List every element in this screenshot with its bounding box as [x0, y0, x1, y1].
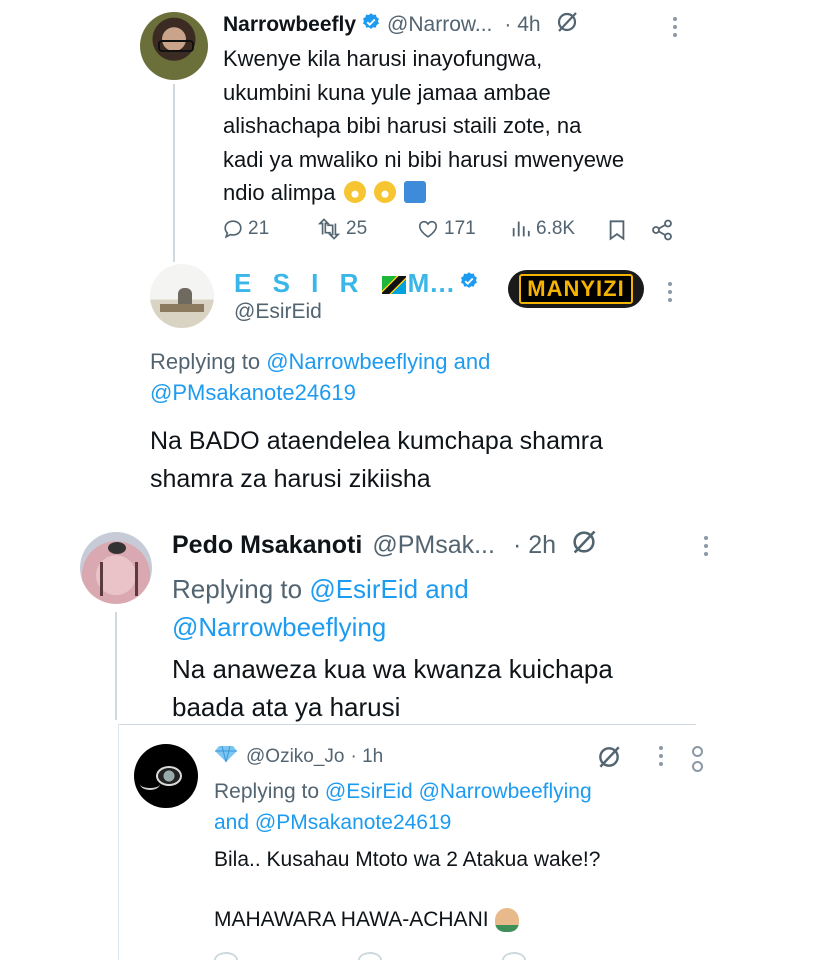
author-handle[interactable]: @EsirEid	[234, 300, 322, 324]
reply-icon	[222, 218, 244, 240]
reply-count: 21	[248, 218, 270, 239]
more-icon[interactable]	[673, 17, 677, 37]
replying-and: and	[214, 811, 250, 834]
mention-pmsakanote[interactable]: @PMsakanote24619	[150, 380, 356, 405]
author-handle[interactable]: @Narrow...	[387, 13, 492, 37]
replying-and: and	[453, 349, 491, 374]
tweet-text-line: Bila.. Kusahau Mtoto wa 2 Atakua wake!?	[214, 848, 601, 871]
author-name[interactable]: Narrowbeefly	[223, 13, 356, 37]
avatar-oziko[interactable]	[134, 744, 198, 808]
tweet-text-line: ndio alimpa	[223, 180, 336, 205]
action-bar-partial	[214, 952, 654, 960]
tweet-text-line: MAHAWARA HAWA-ACHANI	[214, 908, 489, 931]
author-name-part1: E S I R	[234, 267, 366, 298]
tweet-text-line-last: ndio alimpa	[223, 176, 624, 210]
views-button[interactable]: 6.8K	[510, 218, 575, 240]
grok-icon[interactable]	[570, 528, 598, 563]
mention-pmsakanote[interactable]: @PMsakanote24619	[255, 811, 451, 834]
like-button[interactable]: 171	[416, 218, 476, 240]
tweet-text-line: Na anaweza kua wa kwanza kuichapa	[172, 654, 613, 684]
tweet-text: Na anaweza kua wa kwanza kuichapa baada …	[172, 650, 613, 726]
avatar-glasses	[158, 40, 194, 52]
reply-divider	[118, 724, 696, 725]
bookmark-button[interactable]	[606, 218, 628, 242]
grok-icon[interactable]	[596, 744, 622, 775]
tweet-text: Na BADO ataendelea kumchapa shamra shamr…	[150, 422, 603, 498]
replying-to: Replying to @Narrowbeeflying and @PMsaka…	[150, 346, 710, 408]
reply-button[interactable]: 21	[222, 218, 269, 240]
thread-line	[115, 612, 117, 720]
author-name[interactable]: Pedo Msakanoti	[172, 531, 362, 560]
bookmark-icon	[606, 218, 628, 242]
repost-button[interactable]: 25	[316, 218, 367, 240]
tweet-text-line: ukumbini kuna yule jamaa ambae	[223, 79, 551, 105]
mention-narrowbeeflying[interactable]: @Narrowbeeflying	[172, 612, 386, 642]
author-handle[interactable]: @Oziko_Jo	[246, 746, 345, 768]
badge-manyizi: MANYIZI	[508, 270, 644, 308]
more-icon[interactable]	[659, 746, 663, 766]
mention-narrowbeeflying[interactable]: @Narrowbeeflying	[266, 349, 447, 374]
replying-and: and	[425, 574, 469, 604]
tweet-text-line: Kwenye kila harusi inayofungwa,	[223, 46, 543, 71]
tweet-text-line: baada ata ya harusi	[172, 692, 401, 722]
flag-tanzania-icon	[381, 275, 406, 294]
more-icon[interactable]	[704, 536, 708, 556]
tweet-text-line: kadi ya mwaliko ni bibi harusi mwenyewe	[223, 146, 625, 172]
views-count: 6.8K	[536, 218, 576, 239]
trash-emoji-icon	[403, 181, 426, 203]
avatar-narrowbeefly[interactable]	[140, 12, 208, 80]
replying-label: Replying to	[214, 780, 320, 803]
tweet-time[interactable]: · 1h	[351, 746, 384, 768]
author-name[interactable]: E S I R M...	[234, 268, 455, 299]
avatar-pedo[interactable]	[80, 532, 152, 604]
mention-esireid[interactable]: @EsirEid	[309, 574, 418, 604]
avatar-tail	[140, 778, 160, 790]
more-icon[interactable]	[668, 282, 672, 302]
views-icon	[510, 218, 532, 240]
tweet-text: Kwenye kila harusi inayofungwa, ukumbini…	[223, 42, 624, 210]
replying-to: Replying to @EsirEid and @Narrowbeeflyin…	[172, 570, 469, 646]
grin-emoji-icon	[373, 181, 396, 203]
repost-icon	[316, 218, 342, 240]
badge-label: MANYIZI	[519, 274, 633, 304]
like-icon	[416, 218, 440, 240]
avatar-hands	[100, 562, 138, 596]
tweet-time[interactable]: · 2h	[513, 531, 556, 560]
facepalm-emoji-icon	[494, 908, 519, 932]
mention-esireid[interactable]: @EsirEid	[325, 780, 413, 803]
grok-icon[interactable]	[555, 10, 579, 40]
avatar-esireid[interactable]	[150, 264, 214, 328]
share-icon	[650, 218, 674, 242]
replying-label: Replying to	[150, 349, 261, 374]
author-handle[interactable]: @PMsak...	[372, 531, 495, 560]
repost-count: 25	[346, 218, 368, 239]
tweet-text-line: Na BADO ataendelea kumchapa shamra	[150, 427, 604, 455]
mention-narrowbeeflying[interactable]: @Narrowbeeflying	[419, 780, 592, 803]
avatar-desk	[160, 304, 204, 312]
tweet-text-last: MAHAWARA HAWA-ACHANI	[214, 908, 519, 932]
grin-emoji-icon	[343, 181, 366, 203]
tweet-text-line: alishachapa bibi harusi staili zote, na	[223, 113, 582, 138]
like-count: 171	[444, 218, 476, 239]
avatar-object	[108, 542, 126, 554]
verified-icon	[361, 12, 381, 38]
tweet-time[interactable]: · 4h	[504, 13, 540, 37]
replying-to: Replying to @EsirEid @Narrowbeeflying an…	[214, 776, 592, 838]
reply-divider-vertical	[118, 724, 119, 960]
more-options-icon[interactable]	[692, 746, 703, 772]
verified-icon	[459, 271, 479, 296]
diamond-icon	[214, 745, 238, 769]
replying-label: Replying to	[172, 574, 303, 604]
author-name-part2: M...	[407, 267, 455, 298]
tweet-text-line: shamra za harusi zikiisha	[150, 465, 431, 493]
thread-line	[173, 84, 175, 262]
share-button[interactable]	[650, 218, 674, 242]
